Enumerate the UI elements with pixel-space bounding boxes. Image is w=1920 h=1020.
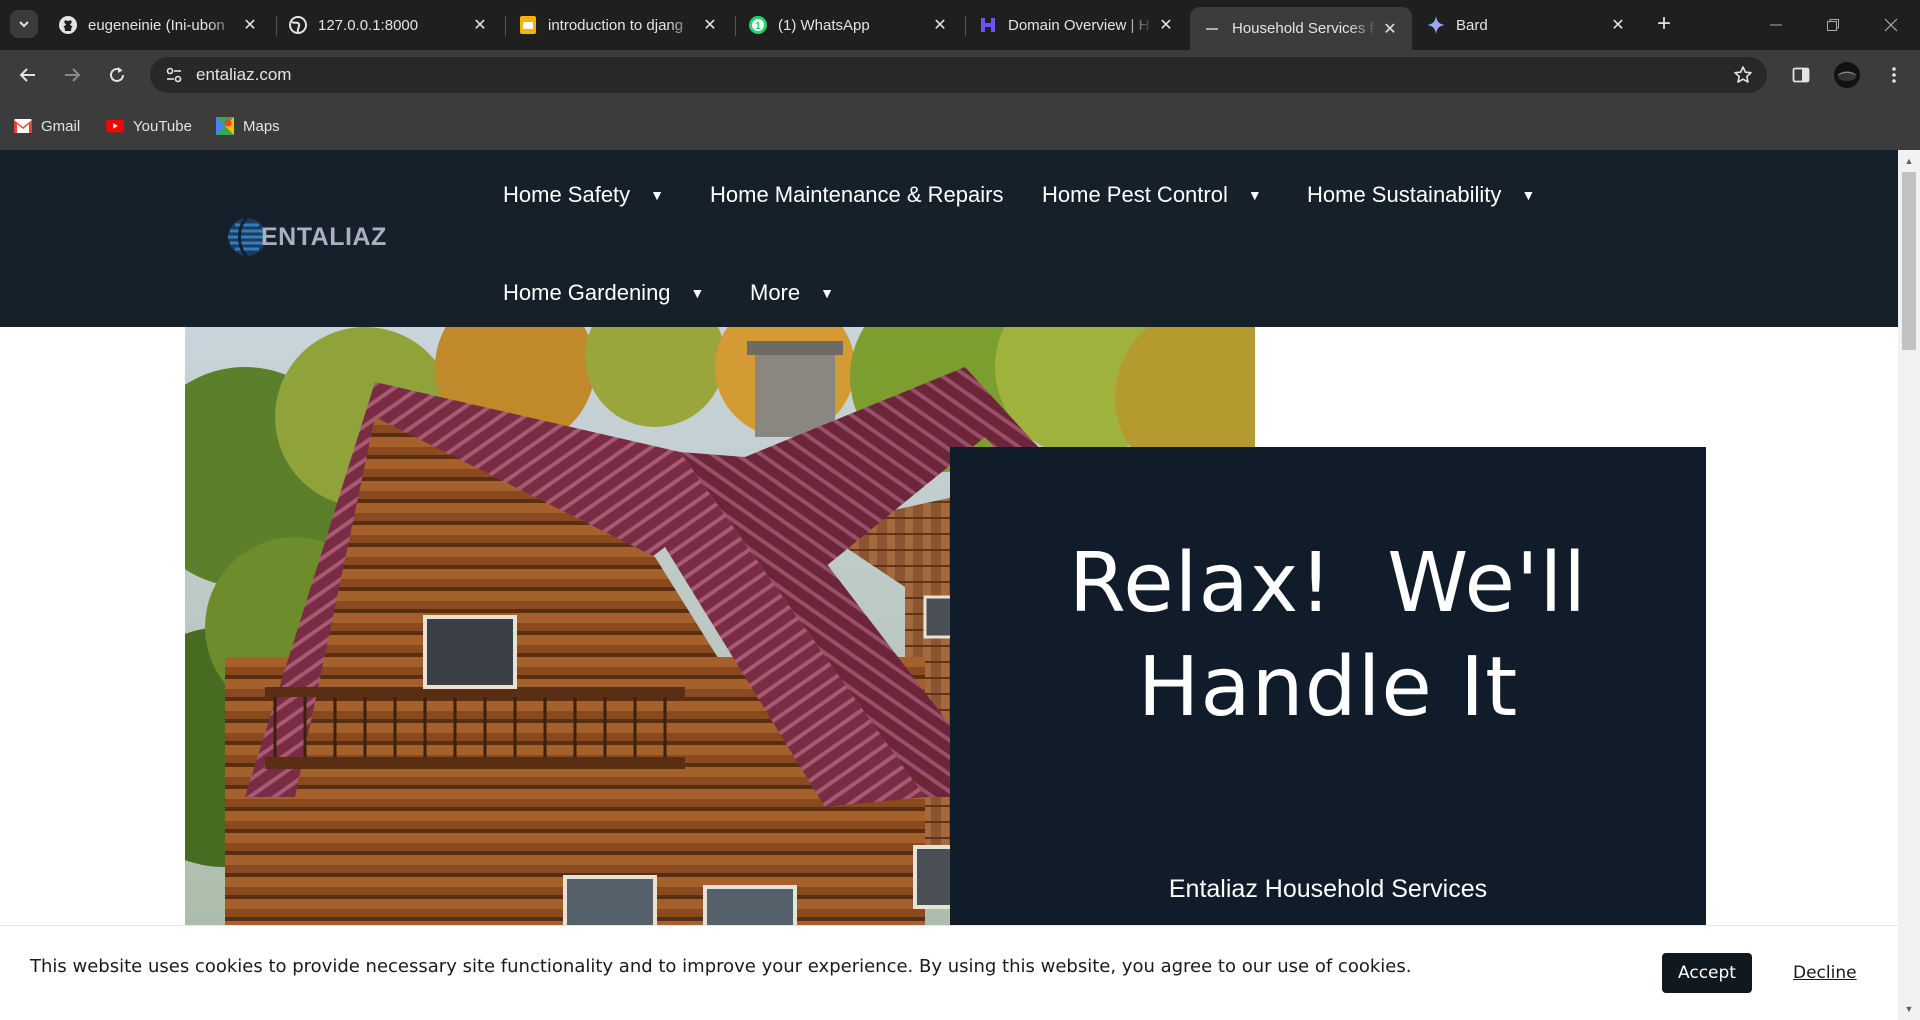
page-viewport: ENTALIAZ Home Safety ▼ Home Maintenance … [0, 150, 1920, 1020]
back-button[interactable] [12, 59, 44, 91]
bard-icon [1426, 15, 1446, 35]
caret-down-icon: ▼ [650, 187, 665, 203]
restore-button[interactable] [1813, 10, 1853, 40]
reload-button[interactable] [101, 59, 133, 91]
accept-cookies-button[interactable]: Accept [1662, 953, 1752, 993]
bookmark-star-icon[interactable] [1729, 61, 1757, 89]
arrow-left-icon [19, 68, 35, 82]
hero-title-line: Relax! We'll [1068, 536, 1588, 631]
bookmarks-bar: Gmail YouTube Maps [0, 100, 1920, 150]
tab-github[interactable]: eugeneinie (Ini-ubon ✕ [46, 7, 272, 43]
cookie-message: This website uses cookies to provide nec… [30, 956, 1412, 977]
logo-text: ENTALIAZ [261, 222, 387, 251]
scroll-thumb[interactable] [1902, 172, 1916, 350]
hero-title-line: Handle It [1137, 640, 1519, 735]
chevron-down-icon [19, 21, 29, 28]
caret-down-icon: ▼ [1521, 187, 1536, 203]
tab-title: eugeneinie (Ini-ubon [88, 16, 225, 34]
maps-icon [216, 117, 234, 135]
tab-title: (1) WhatsApp [778, 16, 870, 34]
tab-title: Domain Overview | H [1008, 16, 1150, 34]
tab-title: Bard [1456, 16, 1488, 34]
new-tab-button[interactable]: + [1651, 12, 1677, 38]
nav-label: Home Safety [503, 182, 631, 207]
nav-home-maintenance[interactable]: Home Maintenance & Repairs [710, 178, 1003, 212]
nav-label: Home Pest Control [1042, 182, 1228, 207]
browser-toolbar: entaliaz.com [0, 50, 1920, 100]
caret-down-icon: ▼ [690, 285, 705, 301]
caret-down-icon: ▼ [1247, 187, 1262, 203]
side-panel-icon [1792, 67, 1810, 83]
address-bar[interactable]: entaliaz.com [150, 57, 1767, 93]
nav-label: Home Sustainability [1307, 182, 1502, 207]
arrow-right-icon [65, 68, 81, 82]
nav-label: More [750, 280, 801, 305]
whatsapp-icon: 1 [748, 15, 768, 35]
page-scrollbar[interactable]: ▲ ▼ [1898, 150, 1920, 1020]
bookmark-label: Maps [243, 117, 280, 135]
cookie-banner: This website uses cookies to provide nec… [0, 925, 1898, 1020]
bookmark-maps[interactable]: Maps [216, 114, 280, 138]
tab-strip: eugeneinie (Ini-ubon ✕ 127.0.0.1:8000 ✕ … [0, 0, 1920, 50]
nav-home-sustainability[interactable]: Home Sustainability ▼ [1307, 178, 1535, 212]
slides-icon [518, 15, 538, 35]
nav-home-safety[interactable]: Home Safety ▼ [503, 178, 664, 212]
forward-button[interactable] [56, 59, 88, 91]
tab-bard[interactable]: Bard ✕ [1414, 7, 1640, 43]
nav-home-pest-control[interactable]: Home Pest Control ▼ [1042, 178, 1262, 212]
url-text: entaliaz.com [196, 65, 292, 84]
youtube-icon [106, 117, 124, 135]
restore-icon [1827, 19, 1839, 31]
tab-title: Household Services f [1232, 20, 1374, 37]
github-icon [58, 15, 78, 35]
tab-title: 127.0.0.1:8000 [318, 16, 419, 34]
tab-semrush[interactable]: Domain Overview | H ✕ [966, 7, 1188, 43]
tab-whatsapp[interactable]: 1 (1) WhatsApp ✕ [736, 7, 962, 43]
tab-household-services[interactable]: Household Services f ✕ [1190, 7, 1412, 50]
tab-search-button[interactable] [10, 10, 38, 38]
site-header: ENTALIAZ Home Safety ▼ Home Maintenance … [0, 150, 1898, 327]
close-tab-icon[interactable]: ✕ [468, 13, 492, 37]
more-vertical-icon [1892, 67, 1896, 83]
bookmark-label: YouTube [133, 117, 192, 135]
bookmark-gmail[interactable]: Gmail [14, 114, 80, 138]
svg-text:1: 1 [755, 21, 761, 32]
close-tab-icon[interactable]: ✕ [1606, 13, 1630, 37]
nav-label: Home Gardening [503, 280, 671, 305]
gmail-icon [14, 117, 32, 135]
side-panel-button[interactable] [1785, 59, 1817, 91]
nav-label: Home Maintenance & Repairs [710, 182, 1004, 207]
minimize-button[interactable] [1756, 10, 1796, 40]
semrush-icon [978, 15, 998, 35]
globe-icon [288, 15, 308, 35]
bookmark-label: Gmail [41, 117, 81, 135]
scroll-up-arrow-icon[interactable]: ▲ [1898, 152, 1920, 170]
nav-home-gardening[interactable]: Home Gardening ▼ [503, 276, 704, 310]
close-icon [1884, 18, 1898, 32]
close-tab-icon[interactable]: ✕ [1154, 13, 1178, 37]
caret-down-icon: ▼ [820, 285, 834, 301]
avatar [1834, 62, 1860, 88]
tab-slides[interactable]: introduction to djang ✕ [506, 7, 732, 43]
site-icon [1202, 19, 1222, 39]
tab-title: introduction to djang [548, 16, 684, 34]
scroll-down-arrow-icon[interactable]: ▼ [1898, 1000, 1920, 1018]
close-tab-icon[interactable]: ✕ [1378, 17, 1402, 41]
nav-more[interactable]: More ▼ [750, 276, 834, 310]
close-window-button[interactable] [1871, 10, 1911, 40]
browser-menu-button[interactable] [1878, 59, 1910, 91]
close-tab-icon[interactable]: ✕ [698, 13, 722, 37]
site-logo[interactable]: ENTALIAZ [225, 215, 387, 259]
hero-subtitle: Entaliaz Household Services [1168, 875, 1488, 903]
tab-localhost[interactable]: 127.0.0.1:8000 ✕ [276, 7, 502, 43]
profile-button[interactable] [1831, 59, 1863, 91]
bookmark-youtube[interactable]: YouTube [106, 114, 192, 138]
decline-cookies-link[interactable]: Decline [1793, 963, 1857, 983]
close-tab-icon[interactable]: ✕ [928, 13, 952, 37]
close-tab-icon[interactable]: ✕ [238, 13, 262, 37]
reload-icon [110, 67, 124, 82]
site-info-icon[interactable] [158, 59, 190, 91]
minimize-icon [1770, 24, 1782, 26]
hero-title: Relax! We'll Handle It [950, 532, 1706, 740]
